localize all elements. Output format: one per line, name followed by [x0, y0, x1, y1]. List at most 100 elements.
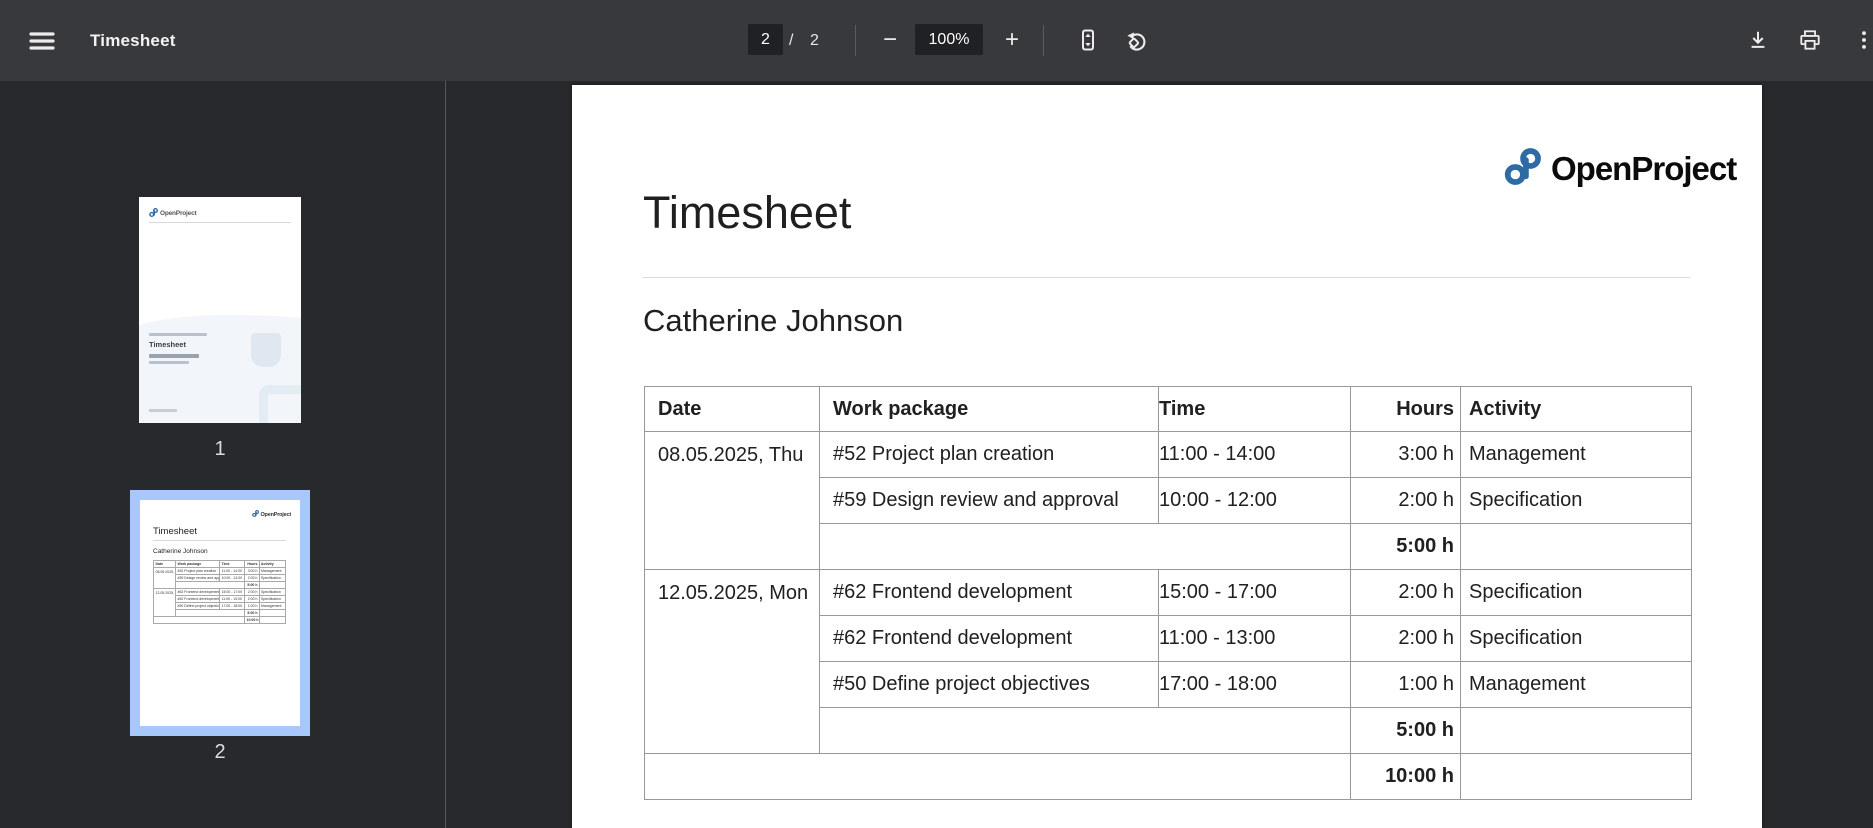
zoom-level: 100% [915, 24, 983, 55]
openproject-logo: OpenProject [1504, 147, 1736, 191]
more-options-button[interactable] [1842, 18, 1873, 62]
pdf-toolbar: Timesheet / 2 − 100% + [0, 0, 1873, 81]
cell-work-package: #52 Project plan creation [176, 568, 220, 575]
cell-group-sum: 5:00 h [1351, 524, 1461, 570]
cell-activity: Specification [260, 575, 286, 582]
cell-empty [260, 610, 286, 617]
total-row: 10:00 h [645, 754, 1692, 800]
cell-empty [820, 708, 1351, 754]
pdf-viewer-area[interactable]: OpenProject Timesheet Catherine Johnson … [446, 81, 1873, 828]
cell-hours: 2:00 h [245, 589, 260, 596]
cell-time: 11:00 - 13:00 [1159, 616, 1351, 662]
column-header: Hours [1351, 387, 1461, 432]
cell-work-package: #62 Frontend development [176, 596, 220, 603]
cell-activity: Specification [1461, 616, 1692, 662]
cell-group-sum: 5:00 h [1351, 708, 1461, 754]
document-page-2: OpenProject Timesheet Catherine Johnson … [572, 85, 1762, 828]
zoom-out-button[interactable]: − [872, 22, 908, 58]
person-name: Catherine Johnson [643, 303, 903, 339]
page-total: 2 [810, 0, 819, 81]
cell-time: 11:00 - 14:00 [220, 568, 245, 575]
cell-work-package: #62 Frontend development [820, 616, 1159, 662]
cell-hours: 3:00 h [245, 568, 260, 575]
column-header: Activity [1461, 387, 1692, 432]
cell-time: 17:00 - 18:00 [1159, 662, 1351, 708]
column-header: Work package [176, 561, 220, 568]
cover-decoration [259, 385, 301, 423]
openproject-logo-mini: OpenProject [252, 510, 291, 519]
menu-button[interactable] [20, 19, 64, 63]
cell-hours: 3:00 h [1351, 432, 1461, 478]
column-header: Date [154, 561, 176, 568]
cell-hours: 2:00 h [245, 575, 260, 582]
page-separator: / [789, 0, 793, 81]
cell-activity: Specification [1461, 478, 1692, 524]
cell-total: 10:00 h [245, 617, 260, 624]
rotate-button[interactable] [1114, 18, 1158, 62]
cell-date: 12.05.2025, Mon [645, 570, 820, 754]
download-button[interactable] [1736, 18, 1780, 62]
cell-empty [176, 582, 245, 589]
timesheet-table: DateWork packageTimeHoursActivity08.05.2… [644, 386, 1692, 800]
brand-wordmark: OpenProject [1551, 150, 1736, 188]
openproject-glyph-icon [149, 208, 158, 219]
cell-empty [820, 524, 1351, 570]
cell-group-sum: 5:00 h [245, 582, 260, 589]
cell-date: 08.05.2025, Thu [645, 432, 820, 570]
cell-total: 10:00 h [1351, 754, 1461, 800]
cover-decoration [251, 333, 281, 367]
cell-activity: Specification [1461, 570, 1692, 616]
cell-hours: 1:00 h [245, 603, 260, 610]
openproject-logo-mini: OpenProject [149, 208, 196, 219]
cell-empty [645, 754, 1351, 800]
toolbar-divider [855, 25, 856, 56]
cell-group-sum: 5:00 h [245, 610, 260, 617]
thumbnail-page-1[interactable]: OpenProject Timesheet [139, 197, 301, 423]
print-button[interactable] [1788, 18, 1832, 62]
cell-work-package: #52 Project plan creation [820, 432, 1159, 478]
openproject-glyph-icon [1504, 147, 1541, 191]
cell-empty [260, 617, 286, 624]
more-vertical-icon [1853, 29, 1873, 51]
cell-empty [1461, 754, 1692, 800]
cell-time: 17:00 - 18:00 [220, 603, 245, 610]
cell-hours: 2:00 h [1351, 616, 1461, 662]
thumbnail-page-2-selected[interactable]: OpenProject Timesheet Catherine Johnson … [130, 490, 310, 736]
fit-to-page-button[interactable] [1066, 18, 1110, 62]
cell-empty [1461, 708, 1692, 754]
thumbnail-label-1: 1 [139, 438, 301, 461]
cell-time: 15:00 - 17:00 [1159, 570, 1351, 616]
menu-icon [29, 30, 55, 52]
cell-activity: Specification [260, 596, 286, 603]
zoom-in-button[interactable]: + [994, 22, 1030, 58]
timesheet-table-container: DateWork packageTimeHoursActivity08.05.2… [644, 386, 1691, 800]
cell-empty [176, 610, 245, 617]
entry-row: 08.05.2025, Thu#52 Project plan creation… [645, 432, 1692, 478]
cell-activity: Specification [260, 589, 286, 596]
cell-time: 10:00 - 12:00 [220, 575, 245, 582]
column-header: Activity [260, 561, 286, 568]
cell-work-package: #50 Define project objectives [820, 662, 1159, 708]
entry-row: 12.05.2025, Mon#62 Frontend development1… [154, 589, 286, 596]
thumbnail-label-2: 2 [139, 741, 301, 764]
cell-hours: 1:00 h [1351, 662, 1461, 708]
page-title: Timesheet [643, 187, 851, 239]
download-icon [1747, 29, 1769, 51]
page-number-input[interactable] [748, 24, 783, 55]
entry-row: 08.05.2025, Thu#52 Project plan creation… [154, 568, 286, 575]
column-header: Time [220, 561, 245, 568]
mini-timesheet-table: DateWork packageTimeHoursActivity08.05.2… [153, 560, 286, 624]
cell-empty [1461, 524, 1692, 570]
cell-time: 11:00 - 13:00 [220, 596, 245, 603]
cell-work-package: #59 Design review and approval [820, 478, 1159, 524]
cover-title: Timesheet [149, 340, 186, 349]
cell-date: 08.05.2025, Thu [154, 568, 176, 589]
thumbnail-sidebar: OpenProject Timesheet 1 OpenProject Time… [0, 81, 445, 828]
cell-activity: Management [1461, 432, 1692, 478]
cell-activity: Management [260, 603, 286, 610]
cell-work-package: #59 Design review and approval [176, 575, 220, 582]
print-icon [1799, 29, 1821, 51]
cell-time: 11:00 - 14:00 [1159, 432, 1351, 478]
cell-date: 12.05.2025, Mon [154, 589, 176, 617]
cell-activity: Management [260, 568, 286, 575]
